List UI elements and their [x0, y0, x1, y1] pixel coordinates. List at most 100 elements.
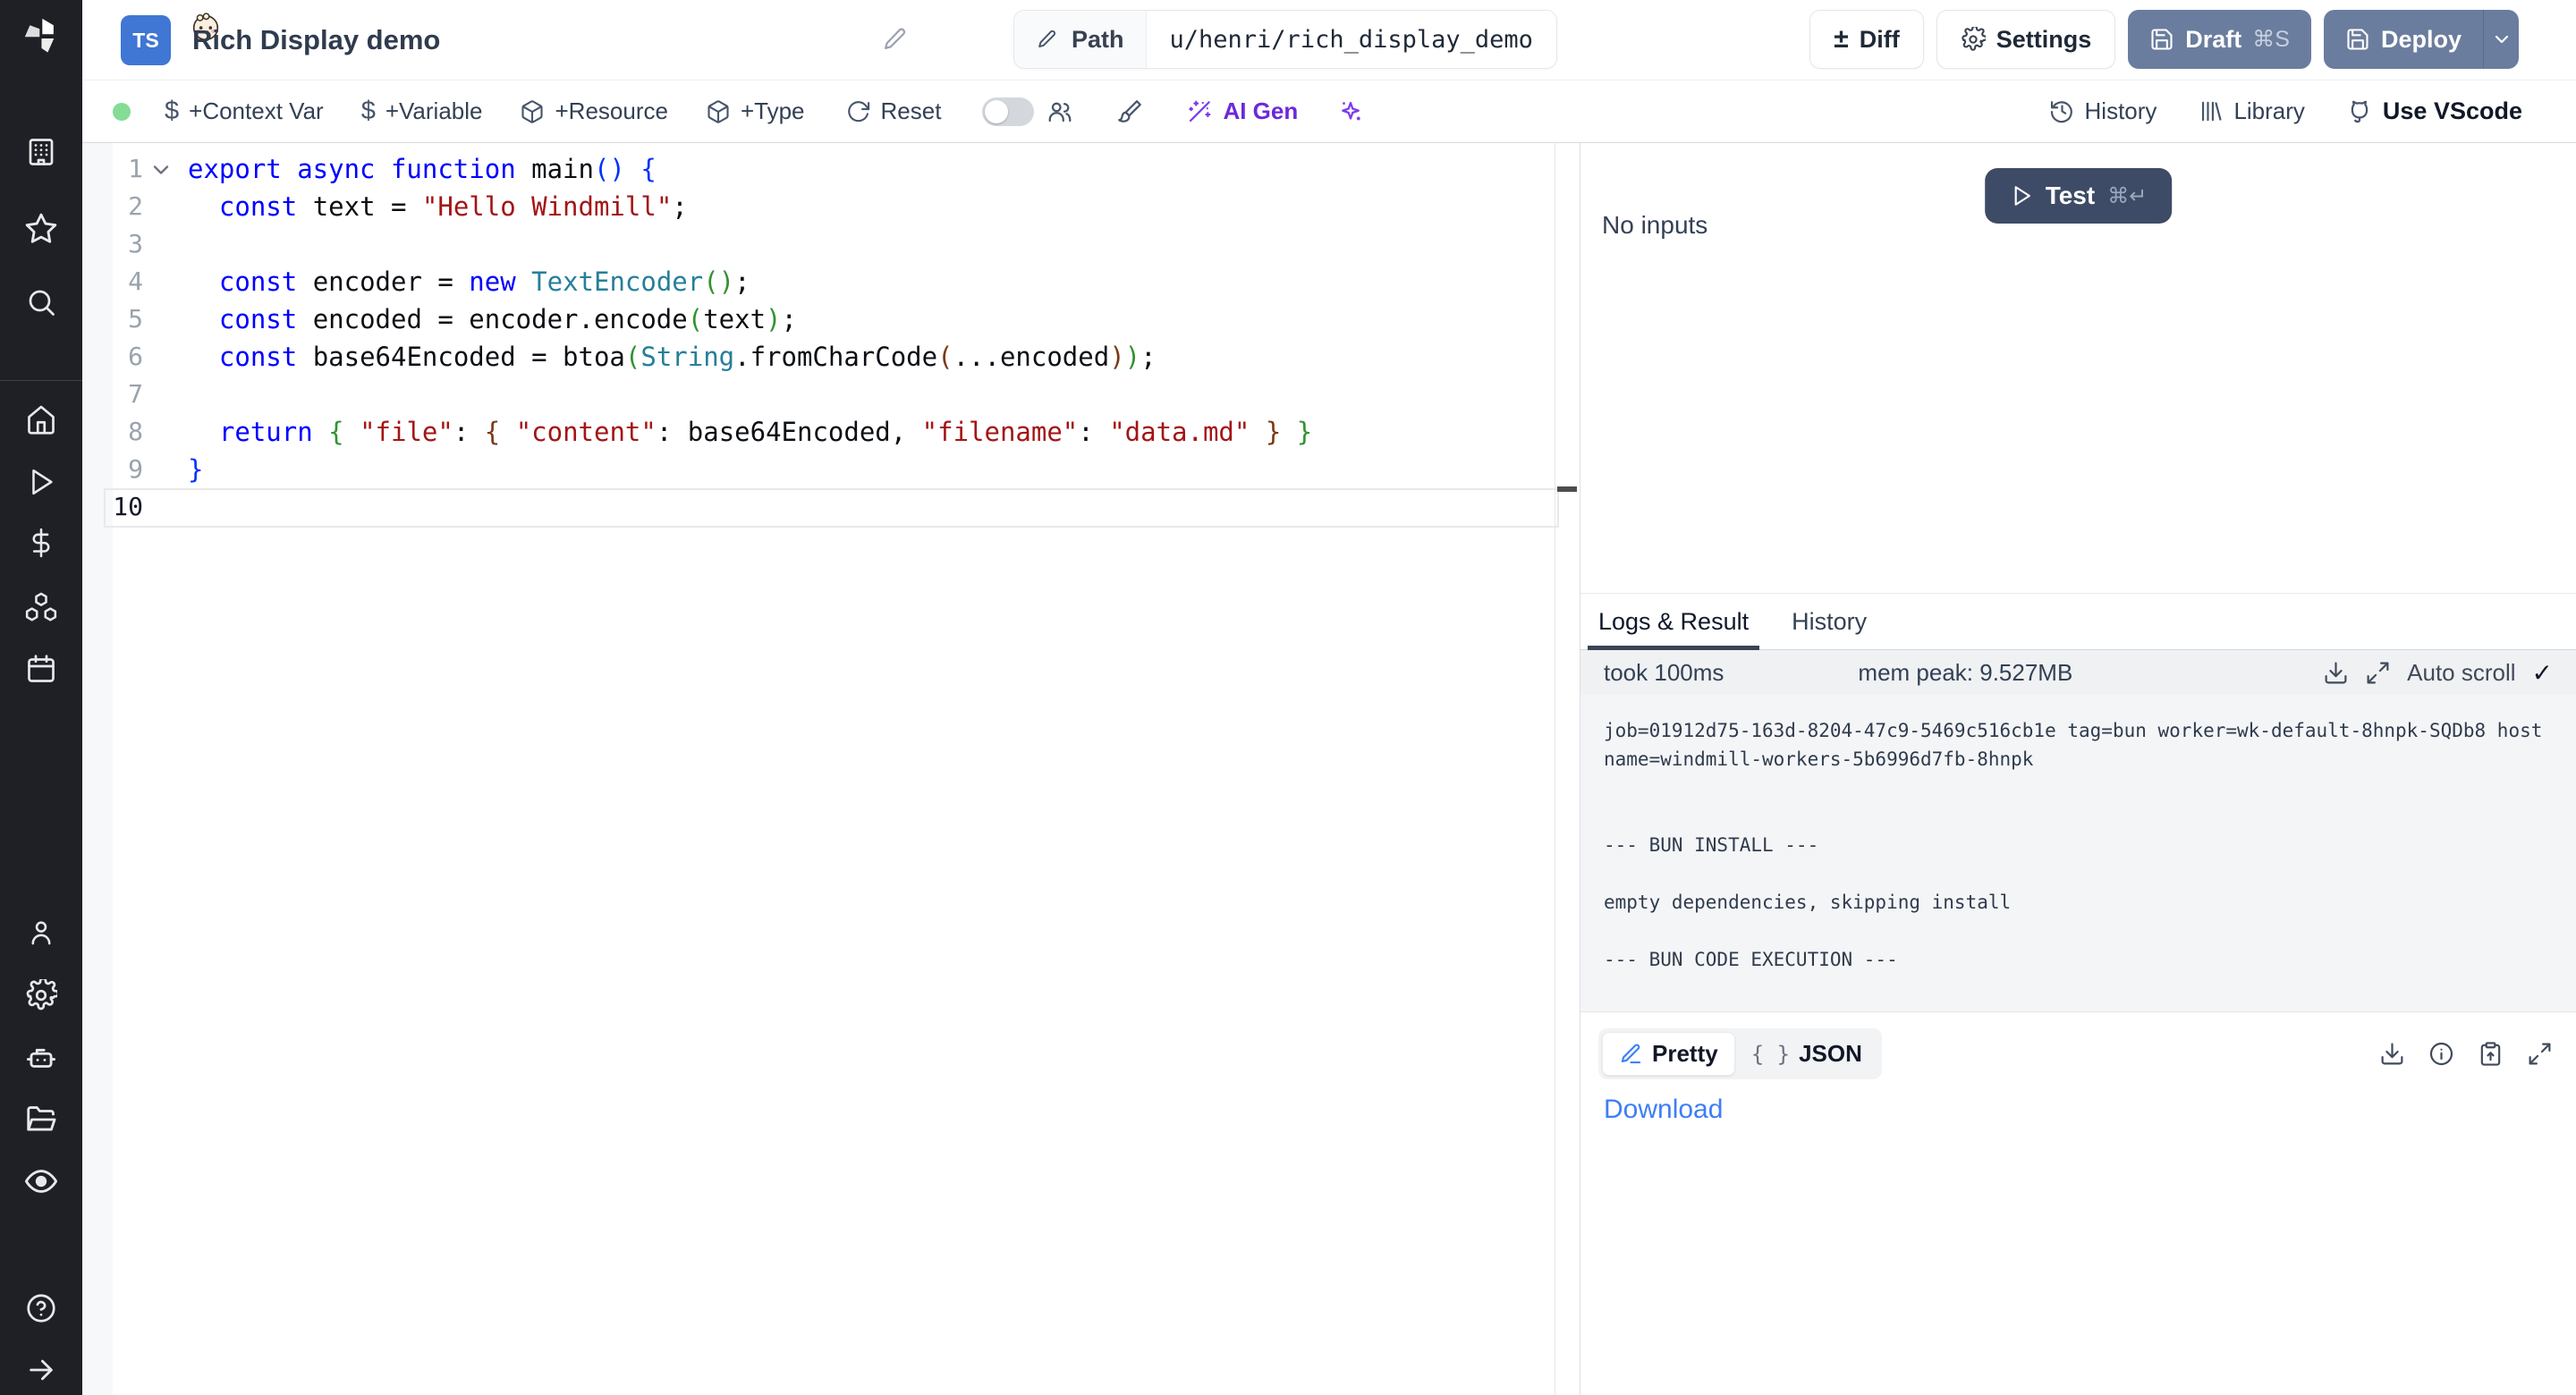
path-control[interactable]: Path u/henri/rich_display_demo [1013, 10, 1557, 69]
json-label: JSON [1799, 1040, 1862, 1068]
chevron-down-icon [2491, 29, 2512, 50]
save-icon [2345, 27, 2370, 52]
json-toggle[interactable]: { } JSON [1735, 1033, 1878, 1075]
pretty-label: Pretty [1652, 1040, 1718, 1068]
draft-button[interactable]: Draft ⌘S [2128, 10, 2311, 69]
deploy-dropdown-button[interactable] [2483, 10, 2519, 69]
deploy-button[interactable]: Deploy [2324, 10, 2483, 69]
ai-gen-button[interactable]: AI Gen [1186, 97, 1298, 125]
no-inputs-text: No inputs [1602, 211, 1707, 240]
expand-result-icon[interactable] [2527, 1041, 2553, 1067]
windmill-logo-icon[interactable] [18, 13, 64, 59]
user-icon[interactable] [26, 917, 56, 948]
add-type-button[interactable]: +Type [706, 97, 805, 125]
search-icon[interactable] [25, 286, 57, 318]
fold-chevron-icon[interactable] [148, 157, 174, 182]
overview-ruler [1555, 143, 1580, 1395]
pen-icon [1619, 1042, 1643, 1066]
multiplayer-button[interactable] [1046, 98, 1073, 125]
add-context-var-button[interactable]: $ +Context Var [165, 97, 324, 126]
help-icon[interactable] [25, 1292, 57, 1324]
info-icon[interactable] [2428, 1041, 2454, 1067]
log-text: job=01912d75-163d-8204-47c9-5469c516cb1e… [1580, 695, 2576, 995]
cubes-icon[interactable] [24, 590, 58, 624]
code-line: } [188, 451, 1553, 488]
robot-icon[interactable] [24, 1041, 58, 1075]
download-logs-icon[interactable] [2323, 660, 2349, 686]
library-button[interactable]: Library [2198, 97, 2304, 125]
ai-gen-label: AI Gen [1223, 97, 1298, 125]
history-label: History [2085, 97, 2157, 125]
test-label: Test [2046, 182, 2096, 210]
check-icon[interactable]: ✓ [2532, 658, 2553, 688]
eye-icon[interactable] [24, 1164, 58, 1198]
star-icon[interactable] [24, 212, 58, 246]
package-icon [520, 99, 545, 124]
copy-result-icon[interactable] [2478, 1041, 2504, 1067]
ai-assistant-button[interactable] [1337, 98, 1364, 125]
github-cat-icon [2346, 98, 2373, 125]
download-result-icon[interactable] [2379, 1041, 2405, 1067]
settings-button[interactable]: Settings [1936, 10, 2116, 69]
reset-button[interactable]: Reset [846, 97, 942, 125]
test-button[interactable]: Test ⌘↵ [1985, 168, 2173, 224]
path-label-segment[interactable]: Path [1014, 11, 1147, 68]
calendar-icon[interactable] [25, 653, 57, 685]
test-shortcut: ⌘↵ [2107, 183, 2147, 209]
gear-icon[interactable] [25, 979, 57, 1011]
use-vscode-button[interactable]: Use VScode [2346, 97, 2522, 125]
home-icon[interactable] [25, 404, 57, 436]
code-line [188, 488, 1553, 526]
line-number: 9 [82, 451, 143, 488]
reset-label: Reset [881, 97, 942, 125]
result-download-link[interactable]: Download [1604, 1095, 1723, 1125]
magic-wand-icon [1186, 98, 1213, 125]
code-lines: export async function main() { const tex… [188, 150, 1553, 526]
sparkles-icon [1337, 98, 1364, 125]
add-resource-button[interactable]: +Resource [520, 97, 667, 125]
line-number: 4 [82, 263, 143, 300]
toggle-knob [985, 100, 1008, 123]
building-icon[interactable] [25, 136, 57, 168]
history-button[interactable]: History [2049, 97, 2157, 125]
pretty-toggle[interactable]: Pretty [1602, 1032, 1735, 1076]
folder-icon[interactable] [24, 1103, 58, 1137]
dollar-icon[interactable] [26, 528, 56, 558]
expand-logs-icon[interactable] [2365, 660, 2391, 686]
tab-logs-result[interactable]: Logs & Result [1598, 594, 1749, 649]
result-view-switch: Pretty { } JSON [1598, 1028, 1882, 1079]
diff-mode-toggle[interactable] [982, 97, 1034, 126]
edit-title-pencil-icon[interactable] [881, 25, 910, 54]
play-icon[interactable] [26, 467, 56, 497]
code-editor[interactable]: 12345678910 export async function main()… [82, 143, 1580, 1395]
play-icon [2010, 184, 2033, 207]
add-context-var-label: +Context Var [189, 97, 324, 125]
pencil-icon [1036, 28, 1059, 51]
use-vscode-label: Use VScode [2383, 97, 2522, 125]
line-number: 3 [82, 225, 143, 263]
add-resource-label: +Resource [555, 97, 667, 125]
library-icon [2198, 98, 2224, 124]
add-variable-button[interactable]: $ +Variable [361, 97, 483, 126]
sidebar [0, 0, 82, 1395]
braces-icon: { } [1751, 1042, 1790, 1067]
refresh-icon [846, 99, 871, 124]
status-dot [113, 103, 131, 121]
settings-label: Settings [1996, 26, 2092, 54]
code-line: return { "file": { "content": base64Enco… [188, 413, 1553, 451]
format-button[interactable] [1116, 98, 1143, 125]
arrow-right-icon[interactable] [26, 1355, 56, 1385]
tab-history[interactable]: History [1792, 594, 1867, 649]
log-viewer[interactable]: job=01912d75-163d-8204-47c9-5469c516cb1e… [1580, 695, 2576, 1012]
code-line: const base64Encoded = btoa(String.fromCh… [188, 338, 1553, 376]
results-tabs: Logs & Result History [1580, 593, 2576, 650]
line-number: 5 [82, 300, 143, 338]
line-number: 2 [82, 188, 143, 225]
code-line [188, 225, 1553, 263]
history-clock-icon [2049, 98, 2075, 124]
dollar-icon: $ [361, 97, 376, 126]
diff-button[interactable]: ± Diff [1809, 10, 1923, 69]
autoscroll-label[interactable]: Auto scroll [2407, 659, 2515, 687]
path-value[interactable]: u/henri/rich_display_demo [1147, 11, 1556, 68]
dollar-icon: $ [165, 97, 179, 126]
